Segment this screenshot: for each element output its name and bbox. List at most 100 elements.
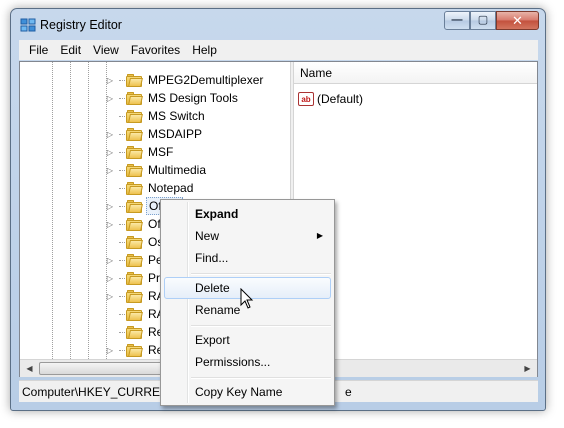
title-bar[interactable]: Registry Editor — ▢ ✕ [11,9,545,39]
folder-icon [126,253,143,267]
tree-item[interactable]: ▷ Multimedia [105,161,208,179]
tree-item[interactable]: ▷ MSDAIPP [105,125,204,143]
folder-icon [126,271,143,285]
tree-connector [119,313,125,315]
menu-item-export[interactable]: Export [164,329,331,351]
expand-arrow-icon[interactable]: ▷ [105,148,115,157]
scroll-left-icon[interactable]: ◀ [21,360,38,377]
tree-item[interactable]: ▷ MS Design Tools [105,89,240,107]
menu-item-label: Copy Key Name [195,385,283,399]
caption-buttons: — ▢ ✕ [444,11,539,31]
folder-icon [126,127,143,141]
menu-item-new[interactable]: New ▶ [164,225,331,247]
folder-icon [126,73,143,87]
menu-file[interactable]: File [23,43,54,57]
mouse-cursor-icon [240,288,254,309]
value-name: (Default) [317,92,364,106]
tree-item[interactable]: MS Switch [105,107,207,125]
menu-help[interactable]: Help [186,43,223,57]
menu-item-label: Rename [195,303,241,317]
tree-item-label: MSF [148,145,174,159]
tree-item[interactable]: ▷ MSF [105,143,175,161]
expand-arrow-icon[interactable]: ▷ [105,274,115,283]
tree-item-label: Notepad [148,181,194,195]
folder-icon [126,235,143,249]
tree-connector [119,259,125,261]
minimize-icon: — [451,14,463,26]
scroll-thumb[interactable] [39,362,169,375]
tree-connector [119,277,125,279]
list-item[interactable]: ab (Default) [298,90,363,108]
folder-icon [126,307,143,321]
folder-icon [126,91,143,105]
folder-icon [126,145,143,159]
tree-connector [119,295,125,297]
expand-arrow-icon[interactable]: ▷ [105,292,115,301]
tree-item[interactable]: Notepad [105,179,195,197]
tree-guide-line [88,62,89,359]
tree-item-label: MS Design Tools [148,91,238,105]
folder-icon [126,217,143,231]
tree-item-label: Multimedia [148,163,207,177]
menu-item-label: New [195,229,220,243]
submenu-arrow-icon: ▶ [316,231,323,240]
folder-icon [126,109,143,123]
tree-connector [119,205,125,207]
tree-connector [119,241,125,243]
string-value-icon: ab [298,92,314,106]
tree-item[interactable]: ▷ MPEG2Demultiplexer [105,71,265,89]
tree-item-label: MSDAIPP [148,127,203,141]
maximize-icon: ▢ [477,14,489,26]
tree-guide-line [70,62,71,359]
menu-item-expand[interactable]: Expand [164,203,331,225]
tree-connector [119,169,125,171]
close-button[interactable]: ✕ [496,11,539,30]
window-title: Registry Editor [40,18,122,32]
tree-item-label: MPEG2Demultiplexer [148,73,264,87]
menu-item-copy-key-name[interactable]: Copy Key Name [164,381,331,403]
tree-connector [119,97,125,99]
menu-item-permissions[interactable]: Permissions... [164,351,331,373]
menu-bar: File Edit View Favorites Help [19,40,538,60]
folder-icon [126,325,143,339]
folder-icon [126,181,143,195]
menu-item-label: Find... [195,251,229,265]
menu-item-find[interactable]: Find... [164,247,331,269]
tree-connector [119,151,125,153]
minimize-button[interactable]: — [444,11,470,30]
menu-edit[interactable]: Edit [54,43,87,57]
column-header-label: Name [300,65,333,80]
menu-item-label: Expand [195,207,239,221]
status-path: Computer\HKEY_CURRENT [22,384,177,399]
expand-arrow-icon[interactable]: ▷ [105,166,115,175]
menu-favorites[interactable]: Favorites [125,43,186,57]
tree-connector [119,115,125,117]
expand-arrow-icon[interactable]: ▷ [105,94,115,103]
tree-connector [119,349,125,351]
tree-guide-line [52,62,53,359]
tree-connector [119,133,125,135]
expand-arrow-icon[interactable]: ▷ [105,346,115,355]
menu-view[interactable]: View [87,43,125,57]
scroll-right-icon[interactable]: ▶ [519,360,536,377]
menu-separator [191,325,331,327]
tree-item-label: MS Switch [148,109,205,123]
status-path-tail: e [345,385,352,399]
tree-connector [119,223,125,225]
expand-arrow-icon[interactable]: ▷ [105,220,115,229]
expand-arrow-icon[interactable]: ▷ [105,76,115,85]
folder-icon [126,289,143,303]
maximize-button[interactable]: ▢ [470,11,496,30]
expand-arrow-icon[interactable]: ▷ [105,130,115,139]
registry-editor-icon [20,18,36,32]
tree-item[interactable]: ▷ Offi [105,215,168,233]
menu-item-label: Permissions... [195,355,271,369]
tree-connector [119,331,125,333]
folder-icon [126,343,143,357]
tree-connector [119,187,125,189]
column-header-name[interactable]: Name [294,62,537,84]
tree-connector [119,79,125,81]
folder-icon [126,199,143,213]
expand-arrow-icon[interactable]: ▷ [105,256,115,265]
expand-arrow-icon[interactable]: ▷ [105,202,115,211]
